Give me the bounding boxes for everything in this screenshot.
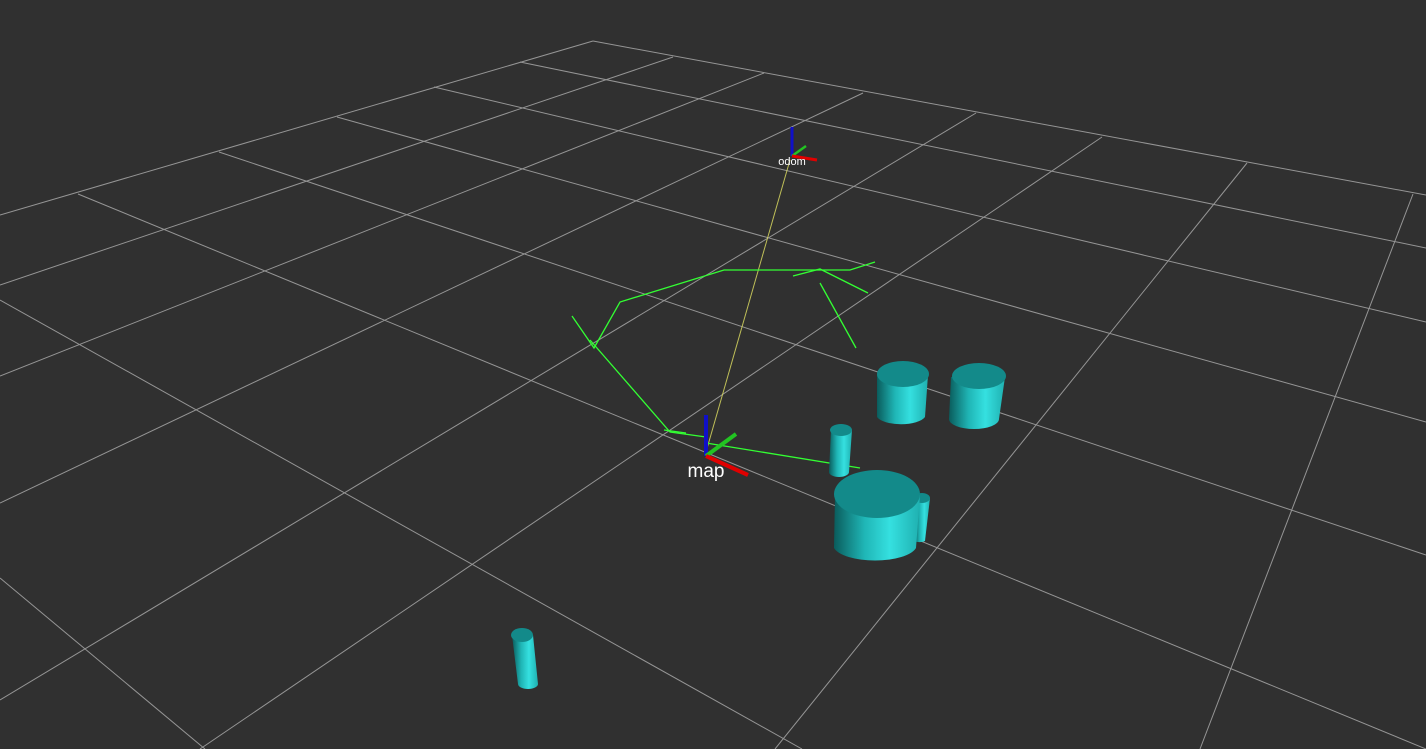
obstacle-cylinder-1 bbox=[877, 361, 929, 425]
obstacle-cylinders bbox=[511, 361, 1006, 689]
laser-scan bbox=[571, 261, 876, 469]
tf-link-map-to-odom bbox=[705, 159, 791, 453]
odom-y-axis bbox=[791, 144, 807, 158]
odom-frame-label: odom bbox=[778, 156, 806, 168]
obstacle-cylinder-6 bbox=[511, 628, 538, 689]
rviz-3d-viewport[interactable]: odom map bbox=[0, 0, 1426, 749]
ground-grid bbox=[0, 40, 1426, 749]
odom-frame-axes: odom bbox=[778, 127, 818, 168]
obstacle-cylinder-5 bbox=[834, 470, 920, 561]
scene-canvas[interactable]: odom map bbox=[0, 0, 1426, 749]
map-frame-label: map bbox=[688, 461, 725, 482]
obstacle-cylinder-2 bbox=[949, 363, 1006, 429]
obstacle-cylinder-3 bbox=[829, 424, 852, 477]
